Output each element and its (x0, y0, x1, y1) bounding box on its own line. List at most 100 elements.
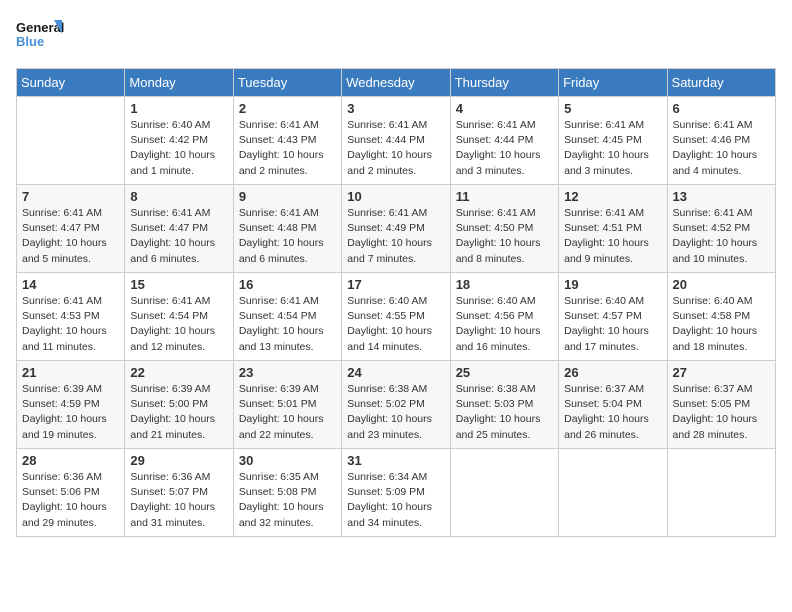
cell-info: Sunrise: 6:40 AM Sunset: 4:56 PM Dayligh… (456, 294, 553, 355)
cell-info: Sunrise: 6:34 AM Sunset: 5:09 PM Dayligh… (347, 470, 444, 531)
day-number: 15 (130, 277, 227, 292)
calendar-cell: 31Sunrise: 6:34 AM Sunset: 5:09 PM Dayli… (342, 449, 450, 537)
calendar-cell: 18 Sunrise: 6:40 AM Sunset: 4:56 PM Dayli… (450, 273, 558, 361)
calendar-cell: 16Sunrise: 6:41 AM Sunset: 4:54 PM Dayli… (233, 273, 341, 361)
day-number: 12 (564, 189, 661, 204)
week-row-2: 7 Sunrise: 6:41 AM Sunset: 4:47 PM Daylig… (17, 185, 776, 273)
col-header-friday: Friday (559, 69, 667, 97)
calendar-table: SundayMondayTuesdayWednesdayThursdayFrid… (16, 68, 776, 537)
cell-info: Sunrise: 6:41 AM Sunset: 4:48 PM Dayligh… (239, 206, 336, 267)
calendar-cell: 29 Sunrise: 6:36 AM Sunset: 5:07 PM Dayli… (125, 449, 233, 537)
cell-info: Sunrise: 6:41 AM Sunset: 4:51 PM Dayligh… (564, 206, 661, 267)
calendar-cell: 17 Sunrise: 6:40 AM Sunset: 4:55 PM Dayli… (342, 273, 450, 361)
cell-info: Sunrise: 6:40 AM Sunset: 4:42 PM Dayligh… (130, 118, 227, 179)
day-number: 25 (456, 365, 553, 380)
cell-info: Sunrise: 6:38 AM Sunset: 5:03 PM Dayligh… (456, 382, 553, 443)
col-header-saturday: Saturday (667, 69, 775, 97)
col-header-wednesday: Wednesday (342, 69, 450, 97)
day-number: 14 (22, 277, 119, 292)
calendar-cell: 26Sunrise: 6:37 AM Sunset: 5:04 PM Dayli… (559, 361, 667, 449)
calendar-cell: 28 Sunrise: 6:36 AM Sunset: 5:06 PM Dayli… (17, 449, 125, 537)
calendar-cell: 11 Sunrise: 6:41 AM Sunset: 4:50 PM Dayli… (450, 185, 558, 273)
calendar-cell: 30 Sunrise: 6:35 AM Sunset: 5:08 PM Dayli… (233, 449, 341, 537)
calendar-cell: 27Sunrise: 6:37 AM Sunset: 5:05 PM Dayli… (667, 361, 775, 449)
day-number: 4 (456, 101, 553, 116)
calendar-cell (667, 449, 775, 537)
calendar-cell: 4 Sunrise: 6:41 AM Sunset: 4:44 PM Daylig… (450, 97, 558, 185)
cell-info: Sunrise: 6:41 AM Sunset: 4:43 PM Dayligh… (239, 118, 336, 179)
day-number: 19 (564, 277, 661, 292)
day-number: 23 (239, 365, 336, 380)
day-number: 21 (22, 365, 119, 380)
col-header-monday: Monday (125, 69, 233, 97)
calendar-cell: 25 Sunrise: 6:38 AM Sunset: 5:03 PM Dayli… (450, 361, 558, 449)
cell-info: Sunrise: 6:41 AM Sunset: 4:44 PM Dayligh… (347, 118, 444, 179)
day-number: 22 (130, 365, 227, 380)
cell-info: Sunrise: 6:41 AM Sunset: 4:54 PM Dayligh… (130, 294, 227, 355)
day-number: 6 (673, 101, 770, 116)
day-number: 8 (130, 189, 227, 204)
calendar-cell: 2 Sunrise: 6:41 AM Sunset: 4:43 PM Daylig… (233, 97, 341, 185)
calendar-cell: 20Sunrise: 6:40 AM Sunset: 4:58 PM Dayli… (667, 273, 775, 361)
calendar-cell: 9 Sunrise: 6:41 AM Sunset: 4:48 PM Daylig… (233, 185, 341, 273)
cell-info: Sunrise: 6:38 AM Sunset: 5:02 PM Dayligh… (347, 382, 444, 443)
cell-info: Sunrise: 6:41 AM Sunset: 4:46 PM Dayligh… (673, 118, 770, 179)
day-number: 2 (239, 101, 336, 116)
calendar-cell: 10 Sunrise: 6:41 AM Sunset: 4:49 PM Dayli… (342, 185, 450, 273)
col-header-tuesday: Tuesday (233, 69, 341, 97)
calendar-cell: 7 Sunrise: 6:41 AM Sunset: 4:47 PM Daylig… (17, 185, 125, 273)
calendar-cell: 14Sunrise: 6:41 AM Sunset: 4:53 PM Dayli… (17, 273, 125, 361)
calendar-cell: 15 Sunrise: 6:41 AM Sunset: 4:54 PM Dayli… (125, 273, 233, 361)
cell-info: Sunrise: 6:39 AM Sunset: 4:59 PM Dayligh… (22, 382, 119, 443)
week-row-3: 14Sunrise: 6:41 AM Sunset: 4:53 PM Dayli… (17, 273, 776, 361)
cell-info: Sunrise: 6:39 AM Sunset: 5:00 PM Dayligh… (130, 382, 227, 443)
calendar-cell (17, 97, 125, 185)
week-row-5: 28 Sunrise: 6:36 AM Sunset: 5:06 PM Dayli… (17, 449, 776, 537)
calendar-cell (450, 449, 558, 537)
day-number: 10 (347, 189, 444, 204)
cell-info: Sunrise: 6:41 AM Sunset: 4:44 PM Dayligh… (456, 118, 553, 179)
calendar-cell (559, 449, 667, 537)
calendar-cell: 8 Sunrise: 6:41 AM Sunset: 4:47 PM Daylig… (125, 185, 233, 273)
calendar-cell: 6 Sunrise: 6:41 AM Sunset: 4:46 PM Daylig… (667, 97, 775, 185)
day-number: 7 (22, 189, 119, 204)
day-number: 29 (130, 453, 227, 468)
cell-info: Sunrise: 6:41 AM Sunset: 4:47 PM Dayligh… (130, 206, 227, 267)
day-number: 3 (347, 101, 444, 116)
calendar-cell: 3 Sunrise: 6:41 AM Sunset: 4:44 PM Daylig… (342, 97, 450, 185)
cell-info: Sunrise: 6:37 AM Sunset: 5:04 PM Dayligh… (564, 382, 661, 443)
calendar-cell: 21 Sunrise: 6:39 AM Sunset: 4:59 PM Dayli… (17, 361, 125, 449)
cell-info: Sunrise: 6:41 AM Sunset: 4:52 PM Dayligh… (673, 206, 770, 267)
cell-info: Sunrise: 6:40 AM Sunset: 4:57 PM Dayligh… (564, 294, 661, 355)
week-row-1: 1 Sunrise: 6:40 AM Sunset: 4:42 PM Daylig… (17, 97, 776, 185)
cell-info: Sunrise: 6:41 AM Sunset: 4:50 PM Dayligh… (456, 206, 553, 267)
day-number: 5 (564, 101, 661, 116)
day-number: 16 (239, 277, 336, 292)
day-number: 24 (347, 365, 444, 380)
day-number: 9 (239, 189, 336, 204)
day-number: 11 (456, 189, 553, 204)
cell-info: Sunrise: 6:37 AM Sunset: 5:05 PM Dayligh… (673, 382, 770, 443)
calendar-cell: 24 Sunrise: 6:38 AM Sunset: 5:02 PM Dayli… (342, 361, 450, 449)
calendar-cell: 19 Sunrise: 6:40 AM Sunset: 4:57 PM Dayli… (559, 273, 667, 361)
col-header-thursday: Thursday (450, 69, 558, 97)
day-number: 30 (239, 453, 336, 468)
cell-info: Sunrise: 6:41 AM Sunset: 4:49 PM Dayligh… (347, 206, 444, 267)
col-header-sunday: Sunday (17, 69, 125, 97)
cell-info: Sunrise: 6:35 AM Sunset: 5:08 PM Dayligh… (239, 470, 336, 531)
cell-info: Sunrise: 6:41 AM Sunset: 4:45 PM Dayligh… (564, 118, 661, 179)
cell-info: Sunrise: 6:36 AM Sunset: 5:06 PM Dayligh… (22, 470, 119, 531)
calendar-cell: 13 Sunrise: 6:41 AM Sunset: 4:52 PM Dayli… (667, 185, 775, 273)
calendar-cell: 1 Sunrise: 6:40 AM Sunset: 4:42 PM Daylig… (125, 97, 233, 185)
cell-info: Sunrise: 6:40 AM Sunset: 4:55 PM Dayligh… (347, 294, 444, 355)
day-number: 18 (456, 277, 553, 292)
day-number: 17 (347, 277, 444, 292)
logo: General Blue (16, 16, 64, 56)
day-number: 1 (130, 101, 227, 116)
day-number: 28 (22, 453, 119, 468)
week-row-4: 21 Sunrise: 6:39 AM Sunset: 4:59 PM Dayli… (17, 361, 776, 449)
calendar-cell: 23Sunrise: 6:39 AM Sunset: 5:01 PM Dayli… (233, 361, 341, 449)
day-number: 13 (673, 189, 770, 204)
cell-info: Sunrise: 6:36 AM Sunset: 5:07 PM Dayligh… (130, 470, 227, 531)
cell-info: Sunrise: 6:41 AM Sunset: 4:47 PM Dayligh… (22, 206, 119, 267)
